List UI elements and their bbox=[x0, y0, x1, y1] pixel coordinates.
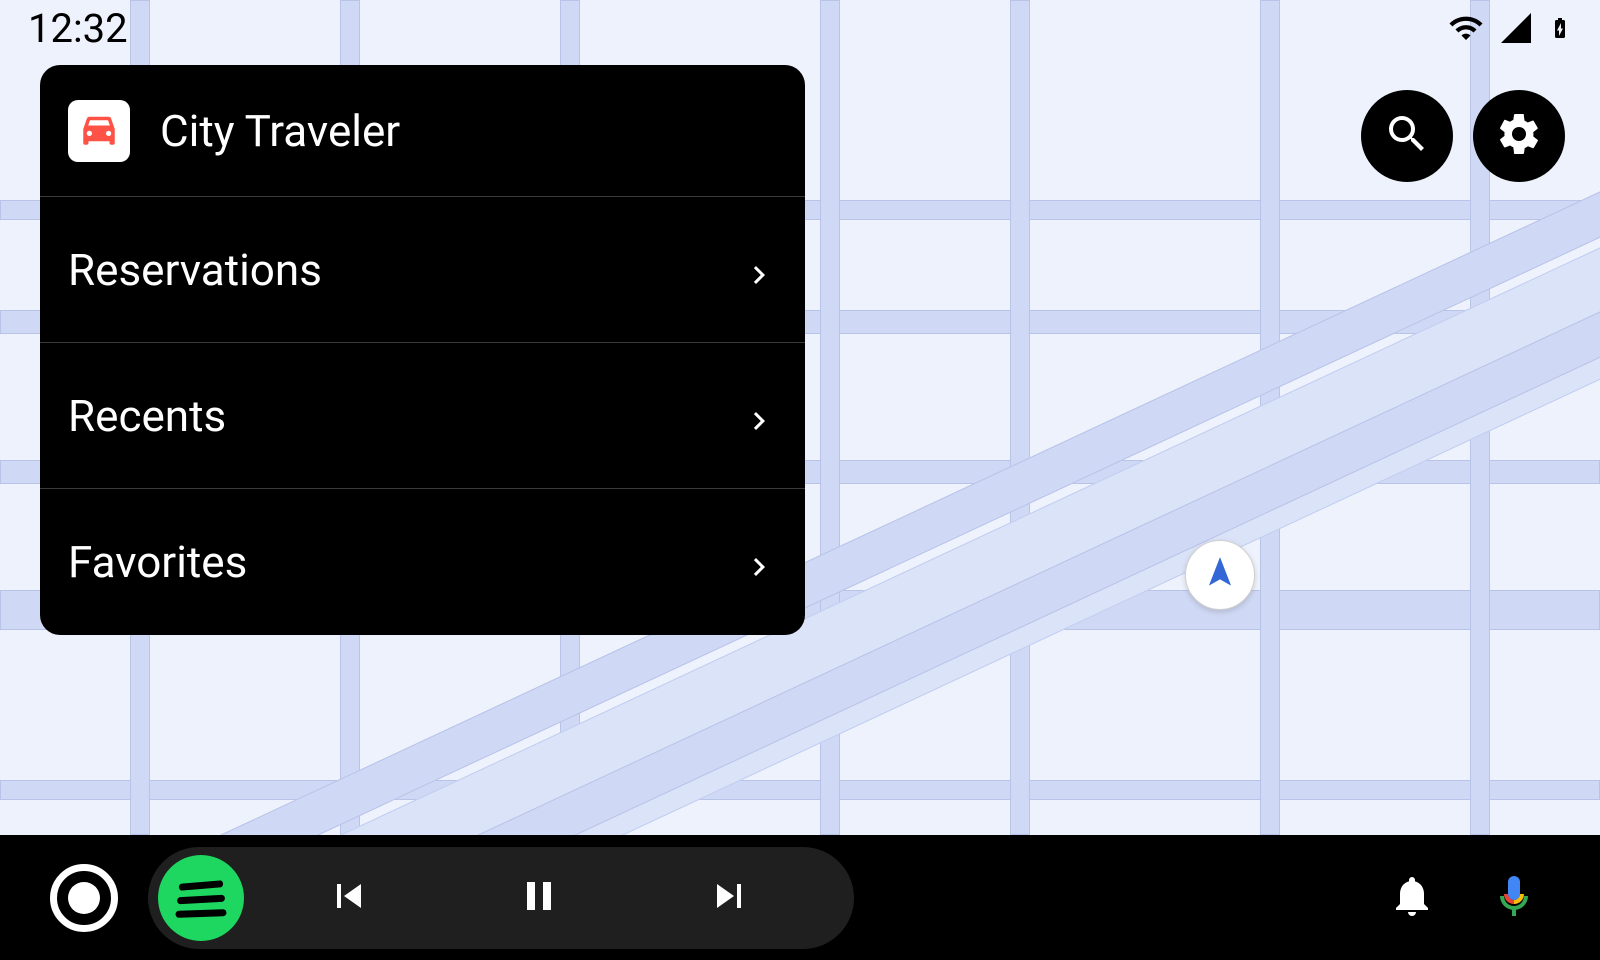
skip-previous-icon bbox=[325, 872, 373, 924]
navigation-panel: City Traveler Reservations Recents Favor… bbox=[40, 65, 805, 635]
home-circle-icon bbox=[68, 882, 100, 914]
mic-icon bbox=[1490, 872, 1538, 924]
pause-icon bbox=[515, 872, 563, 924]
settings-button[interactable] bbox=[1473, 90, 1565, 182]
wifi-icon bbox=[1448, 10, 1484, 46]
navigation-arrow-icon bbox=[1201, 554, 1239, 596]
media-widget bbox=[148, 847, 854, 949]
play-pause-button[interactable] bbox=[444, 847, 634, 949]
next-track-button[interactable] bbox=[634, 847, 824, 949]
skip-next-icon bbox=[705, 872, 753, 924]
menu-item-label: Recents bbox=[68, 390, 226, 442]
media-app-button[interactable] bbox=[158, 855, 244, 941]
status-icons bbox=[1448, 10, 1572, 46]
status-bar: 12:32 bbox=[0, 0, 1600, 56]
screen: 12:32 bbox=[0, 0, 1600, 960]
bottom-bar bbox=[0, 835, 1600, 960]
menu-item-label: Reservations bbox=[68, 244, 322, 296]
status-time: 12:32 bbox=[28, 5, 128, 52]
previous-track-button[interactable] bbox=[254, 847, 444, 949]
map-fab-row bbox=[1361, 90, 1565, 182]
menu-item-reservations[interactable]: Reservations bbox=[40, 197, 805, 343]
menu-item-favorites[interactable]: Favorites bbox=[40, 489, 805, 635]
current-location-puck[interactable] bbox=[1185, 540, 1255, 610]
menu-item-label: Favorites bbox=[68, 536, 247, 588]
search-icon bbox=[1383, 110, 1431, 162]
gear-icon bbox=[1495, 110, 1543, 162]
panel-title: City Traveler bbox=[160, 105, 400, 157]
panel-header: City Traveler bbox=[40, 65, 805, 197]
chevron-right-icon bbox=[741, 544, 777, 580]
chevron-right-icon bbox=[741, 398, 777, 434]
menu-item-recents[interactable]: Recents bbox=[40, 343, 805, 489]
cell-signal-icon bbox=[1498, 10, 1534, 46]
spotify-icon bbox=[175, 872, 227, 924]
voice-assistant-button[interactable] bbox=[1478, 862, 1550, 934]
bell-icon bbox=[1388, 872, 1436, 924]
home-button[interactable] bbox=[50, 864, 118, 932]
notifications-button[interactable] bbox=[1376, 862, 1448, 934]
car-icon bbox=[78, 108, 120, 154]
app-icon bbox=[68, 100, 130, 162]
battery-charging-icon bbox=[1548, 10, 1572, 46]
search-button[interactable] bbox=[1361, 90, 1453, 182]
chevron-right-icon bbox=[741, 252, 777, 288]
